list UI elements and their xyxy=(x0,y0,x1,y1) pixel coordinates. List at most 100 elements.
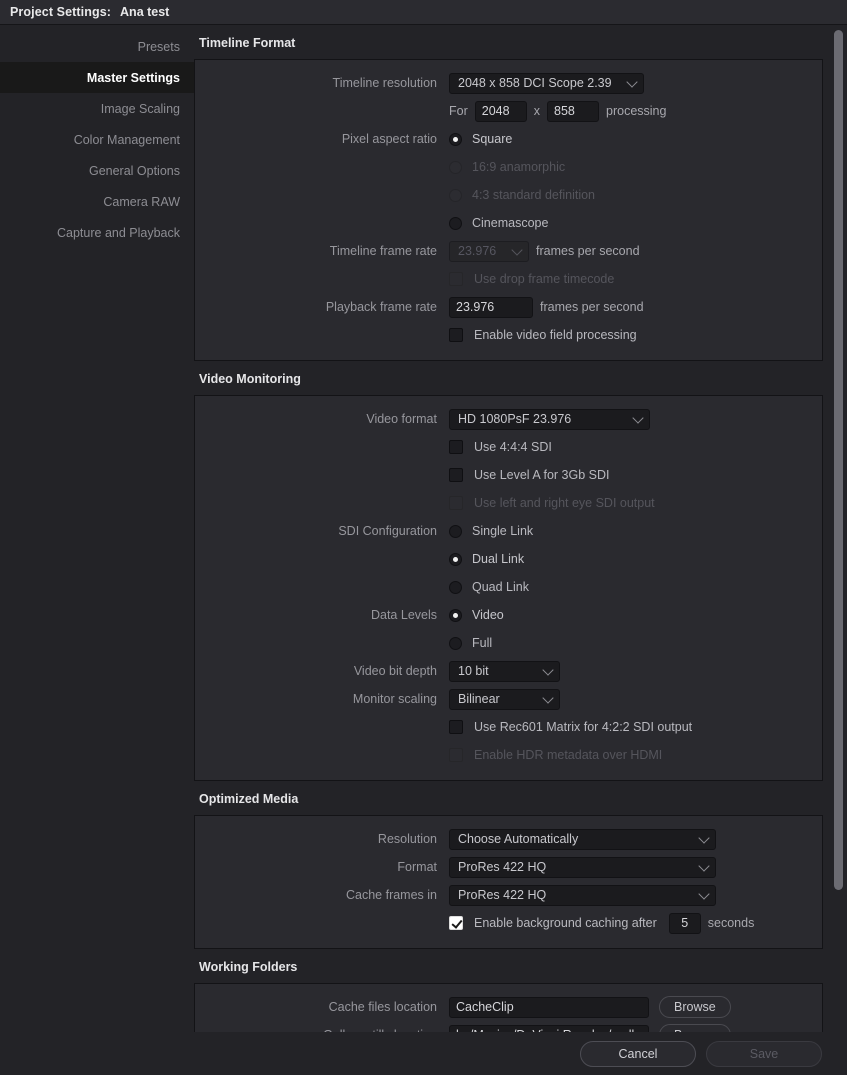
gallery-stills-browse-button[interactable]: Browse xyxy=(659,1024,731,1032)
checkbox-enable-video-field-processing[interactable]: Enable video field processing xyxy=(449,325,637,345)
checkbox-use-rec601-matrix[interactable]: Use Rec601 Matrix for 4:2:2 SDI output xyxy=(449,717,692,737)
fps-label-2: frames per second xyxy=(540,300,644,314)
checkbox-use-level-a-for-3gb-sdi[interactable]: Use Level A for 3Gb SDI xyxy=(449,465,610,485)
radio-sdi-single-link[interactable]: Single Link xyxy=(449,521,533,541)
panel-video-monitoring: Video format HD 1080PsF 23.976 Use 4:4:4… xyxy=(194,395,823,781)
checkbox-enable-background-caching[interactable]: Enable background caching after xyxy=(449,913,657,933)
sidebar-item-label: General Options xyxy=(88,163,180,178)
section-title-working-folders: Working Folders xyxy=(199,960,298,974)
checkbox-indicator-icon xyxy=(449,440,463,454)
sidebar-item-camera-raw[interactable]: Camera RAW xyxy=(0,186,194,217)
radio-label: Video xyxy=(472,608,504,622)
timeline-frame-rate-value: 23.976 xyxy=(458,244,497,258)
optimized-resolution-value: Choose Automatically xyxy=(458,832,579,846)
radio-sdi-quad-link[interactable]: Quad Link xyxy=(449,577,529,597)
radio-label: Square xyxy=(472,132,513,146)
radio-label: 4:3 standard definition xyxy=(472,188,596,202)
fps-label: frames per second xyxy=(536,244,640,258)
row-video-bit-depth: Video bit depth 10 bit xyxy=(195,657,822,685)
optimized-format-value: ProRes 422 HQ xyxy=(458,860,547,874)
row-timeline-frame-rate: Timeline frame rate 23.976 frames per se… xyxy=(195,237,822,265)
radio-data-levels-video[interactable]: Video xyxy=(449,605,504,625)
radio-pixel-aspect-square[interactable]: Square xyxy=(449,129,512,149)
cancel-button[interactable]: Cancel xyxy=(580,1040,696,1067)
processing-height-value: 858 xyxy=(554,104,575,118)
row-cache-files-location: Cache files location CacheClip Browse xyxy=(195,993,822,1021)
sidebar-item-image-scaling[interactable]: Image Scaling xyxy=(0,93,194,124)
panel-timeline-format: Timeline resolution 2048 x 858 DCI Scope… xyxy=(194,59,823,361)
gallery-stills-location-input[interactable]: ler/Movies/DaVinci Resolve/.gallery xyxy=(449,1024,649,1032)
section-title-timeline-format: Timeline Format xyxy=(199,36,296,50)
row-timeline-resolution: Timeline resolution 2048 x 858 DCI Scope… xyxy=(195,69,822,97)
sidebar-item-label: Color Management xyxy=(73,132,180,147)
checkbox-label: Use Level A for 3Gb SDI xyxy=(474,468,610,482)
scrollbar-thumb[interactable] xyxy=(834,30,843,890)
timeline-resolution-select[interactable]: 2048 x 858 DCI Scope 2.39 xyxy=(449,72,644,94)
radio-indicator-icon xyxy=(449,188,462,202)
processing-height-input[interactable]: 858 xyxy=(547,100,599,122)
radio-sdi-dual-link[interactable]: Dual Link xyxy=(449,549,524,569)
window-project-name: Ana test xyxy=(120,5,170,19)
timeline-frame-rate-select: 23.976 xyxy=(449,240,529,262)
window-title-prefix: Project Settings: xyxy=(10,5,112,19)
optimized-format-select[interactable]: ProRes 422 HQ xyxy=(449,856,716,878)
checkbox-label: Enable background caching after xyxy=(474,916,657,930)
cache-files-location-input[interactable]: CacheClip xyxy=(449,996,649,1018)
video-format-value: HD 1080PsF 23.976 xyxy=(458,412,572,426)
background-caching-seconds-value: 5 xyxy=(681,916,689,930)
save-button[interactable]: Save xyxy=(706,1040,822,1067)
chevron-down-icon xyxy=(632,412,644,424)
row-use-444-sdi: Use 4:4:4 SDI xyxy=(195,433,822,461)
video-format-select[interactable]: HD 1080PsF 23.976 xyxy=(449,408,650,430)
row-playback-frame-rate: Playback frame rate 23.976 frames per se… xyxy=(195,293,822,321)
chevron-down-icon xyxy=(698,832,710,844)
radio-pixel-aspect-4-3-standard-definition: 4:3 standard definition xyxy=(449,185,595,205)
checkbox-use-444-sdi[interactable]: Use 4:4:4 SDI xyxy=(449,437,552,457)
cache-frames-in-select[interactable]: ProRes 422 HQ xyxy=(449,884,716,906)
radio-indicator-icon xyxy=(449,132,462,146)
checkbox-indicator-icon xyxy=(449,272,463,286)
radio-indicator-icon xyxy=(449,160,462,174)
row-sdi-config-quad: Quad Link xyxy=(195,573,822,601)
panel-working-folders: Cache files location CacheClip Browse Ga… xyxy=(194,983,823,1032)
checkbox-label: Enable HDR metadata over HDMI xyxy=(474,748,663,762)
radio-label: Dual Link xyxy=(472,552,525,566)
dialog-body: Presets Master Settings Image Scaling Co… xyxy=(0,25,847,1032)
sidebar-item-label: Presets xyxy=(137,39,180,54)
monitor-scaling-select[interactable]: Bilinear xyxy=(449,688,560,710)
for-label: For xyxy=(449,104,468,118)
sdi-configuration-label: SDI Configuration xyxy=(338,524,437,538)
sidebar-item-color-management[interactable]: Color Management xyxy=(0,124,194,155)
processing-width-value: 2048 xyxy=(481,104,510,118)
video-bit-depth-select[interactable]: 10 bit xyxy=(449,660,560,682)
monitor-scaling-value: Bilinear xyxy=(458,692,500,706)
radio-label: 16:9 anamorphic xyxy=(472,160,566,174)
row-pixel-aspect-cinemascope: Cinemascope xyxy=(195,209,822,237)
sidebar-item-capture-and-playback[interactable]: Capture and Playback xyxy=(0,217,194,248)
processing-width-input[interactable]: 2048 xyxy=(474,100,527,122)
section-title-optimized-media: Optimized Media xyxy=(199,792,299,806)
browse-label: Browse xyxy=(674,1000,716,1014)
cancel-label: Cancel xyxy=(618,1046,658,1061)
radio-pixel-aspect-cinemascope[interactable]: Cinemascope xyxy=(449,213,548,233)
checkbox-label: Use drop frame timecode xyxy=(474,272,615,286)
radio-data-levels-full[interactable]: Full xyxy=(449,633,492,653)
row-processing-dimensions: For 2048 x 858 processing xyxy=(195,97,822,125)
background-caching-seconds-input[interactable]: 5 xyxy=(668,912,701,934)
radio-label: Single Link xyxy=(472,524,534,538)
section-title-video-monitoring: Video Monitoring xyxy=(199,372,301,386)
sidebar-item-general-options[interactable]: General Options xyxy=(0,155,194,186)
radio-indicator-icon xyxy=(449,608,462,622)
row-video-format: Video format HD 1080PsF 23.976 xyxy=(195,405,822,433)
checkbox-use-left-and-right-eye-sdi-output: Use left and right eye SDI output xyxy=(449,493,655,513)
playback-frame-rate-input[interactable]: 23.976 xyxy=(449,296,533,318)
chevron-down-icon xyxy=(542,664,554,676)
sidebar-item-presets[interactable]: Presets xyxy=(0,31,194,62)
row-background-caching: Enable background caching after 5 second… xyxy=(195,909,822,937)
optimized-resolution-select[interactable]: Choose Automatically xyxy=(449,828,716,850)
cache-files-browse-button[interactable]: Browse xyxy=(659,996,731,1018)
sidebar-item-master-settings[interactable]: Master Settings xyxy=(0,62,194,93)
row-hdr-metadata: Enable HDR metadata over HDMI xyxy=(195,741,822,769)
settings-scrollbar[interactable] xyxy=(830,25,847,1032)
seconds-label: seconds xyxy=(707,916,755,930)
